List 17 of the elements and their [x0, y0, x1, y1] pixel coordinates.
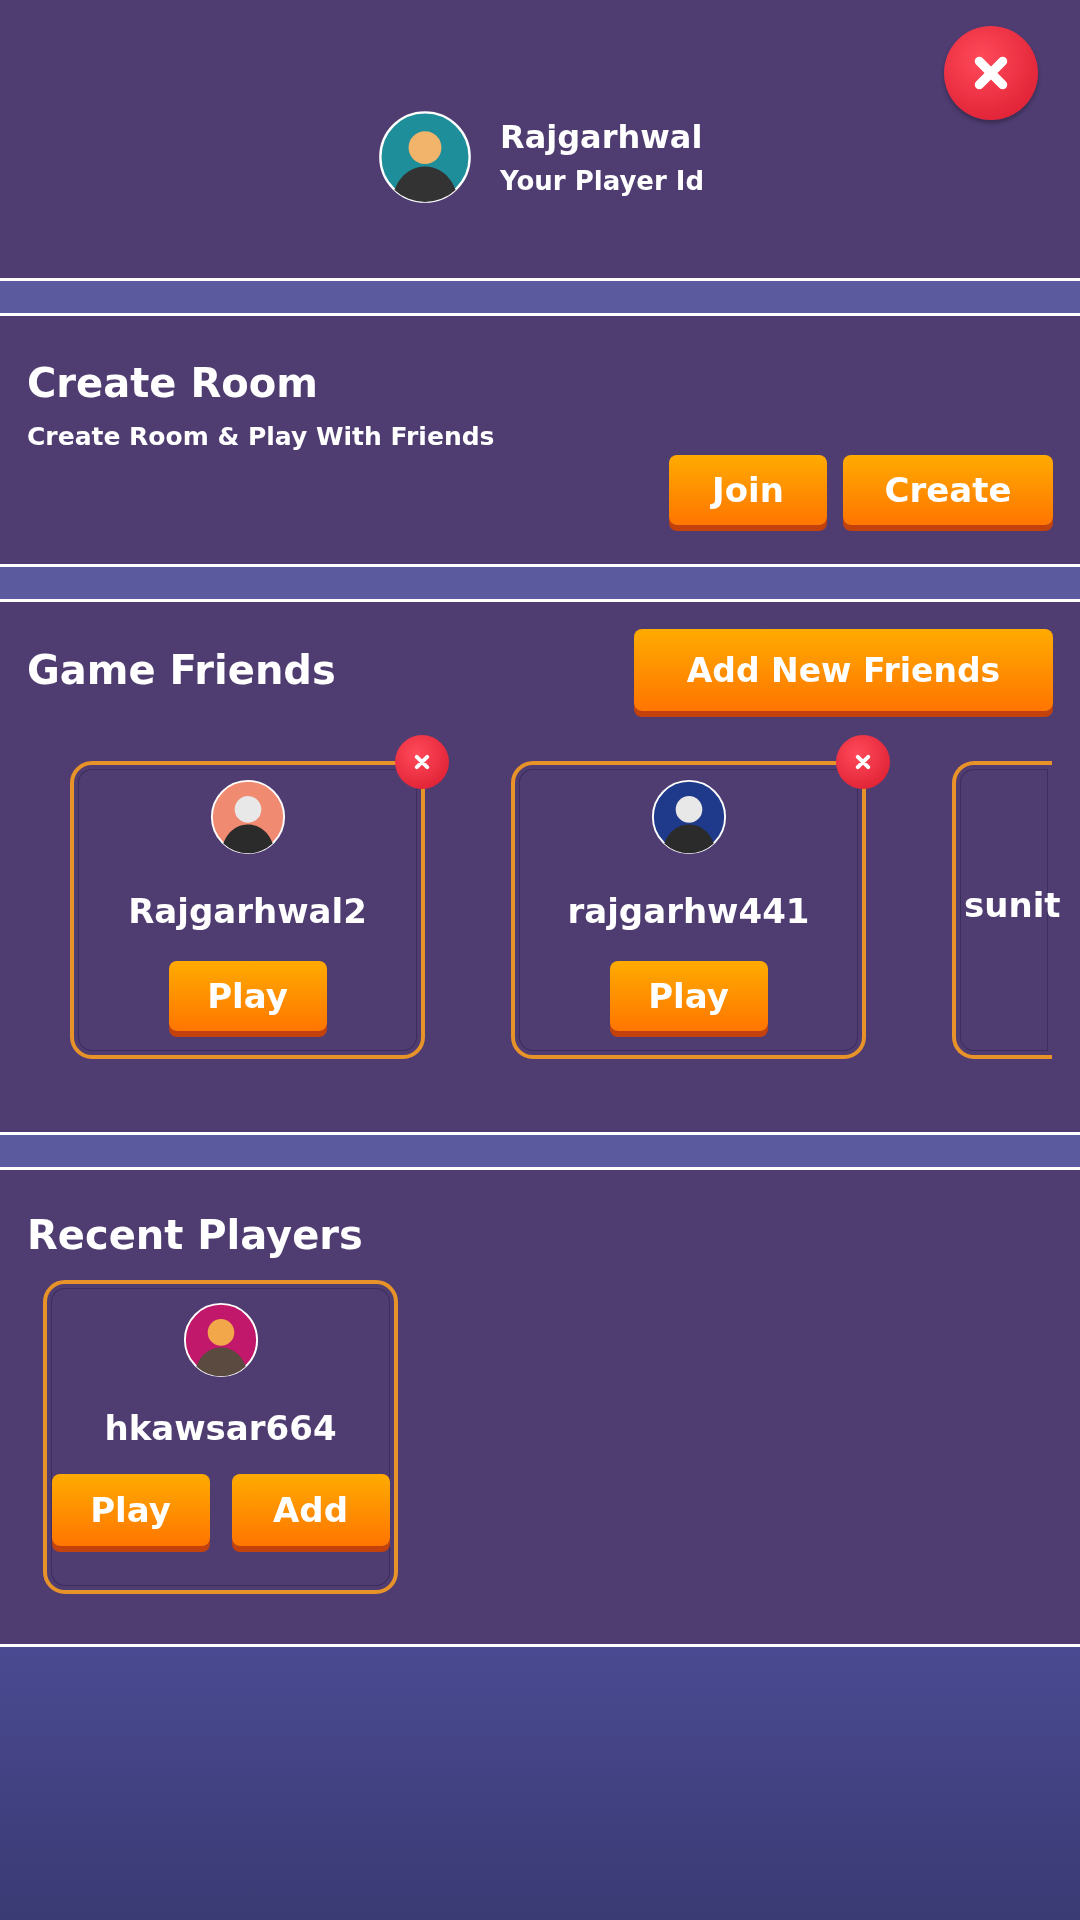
player-name: Rajgarhwal: [500, 118, 704, 156]
avatar-icon: [209, 779, 286, 855]
friend-name: Rajgarhwal2: [128, 891, 367, 931]
player-id-label: Your Player Id: [500, 166, 705, 196]
avatar-icon: [182, 1302, 259, 1378]
section-title: Game Friends: [27, 647, 336, 693]
section-title: Recent Players: [27, 1212, 364, 1258]
friend-name: rajgarhw441: [567, 891, 810, 931]
section-subtitle: Create Room & Play With Friends: [27, 422, 496, 451]
remove-button[interactable]: [395, 735, 449, 789]
friend-name: sunit: [964, 885, 1061, 925]
player-name: hkawsar664: [104, 1408, 337, 1448]
avatar-icon: [378, 110, 472, 204]
section-title: Create Room: [27, 360, 319, 406]
remove-button[interactable]: [836, 735, 890, 789]
avatar-icon: [650, 779, 727, 855]
close-button[interactable]: [944, 26, 1038, 120]
